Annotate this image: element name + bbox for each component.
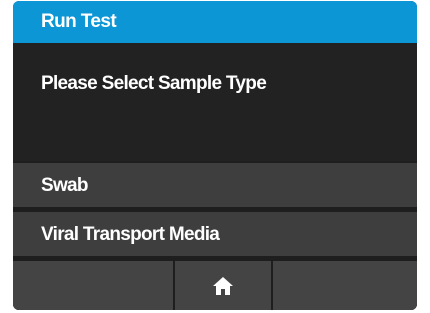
prompt-area: Please Select Sample Type [13,43,417,161]
option-swab[interactable]: Swab [13,161,417,207]
bottom-nav [13,259,417,310]
device-screen: Run Test Please Select Sample Type Swab … [13,1,417,310]
option-viral-transport-media[interactable]: Viral Transport Media [13,210,417,256]
prompt-text: Please Select Sample Type [41,73,267,94]
home-button[interactable] [175,261,271,310]
nav-left-button[interactable] [13,261,173,310]
home-icon [213,276,233,295]
nav-right-button[interactable] [273,261,417,310]
screen-title: Run Test [13,1,417,43]
